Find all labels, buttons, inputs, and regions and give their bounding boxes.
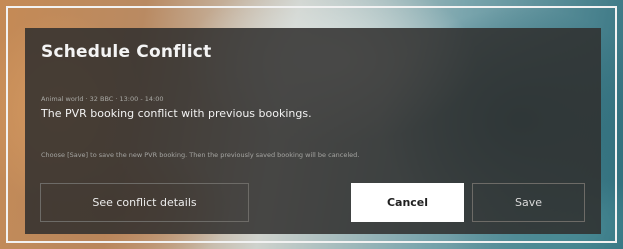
save-button[interactable]: Save bbox=[472, 183, 585, 222]
dialog-title: Schedule Conflict bbox=[41, 42, 212, 62]
program-info: Animal world · 32 BBC · 13:00 - 14:00 bbox=[41, 95, 164, 103]
cancel-button[interactable]: Cancel bbox=[351, 183, 464, 222]
conflict-message: The PVR booking conflict with previous b… bbox=[41, 107, 312, 120]
save-instruction-note: Choose [Save] to save the new PVR bookin… bbox=[41, 151, 360, 159]
see-conflict-details-button[interactable]: See conflict details bbox=[40, 183, 249, 222]
schedule-conflict-dialog: Schedule Conflict Animal world · 32 BBC … bbox=[25, 28, 601, 234]
